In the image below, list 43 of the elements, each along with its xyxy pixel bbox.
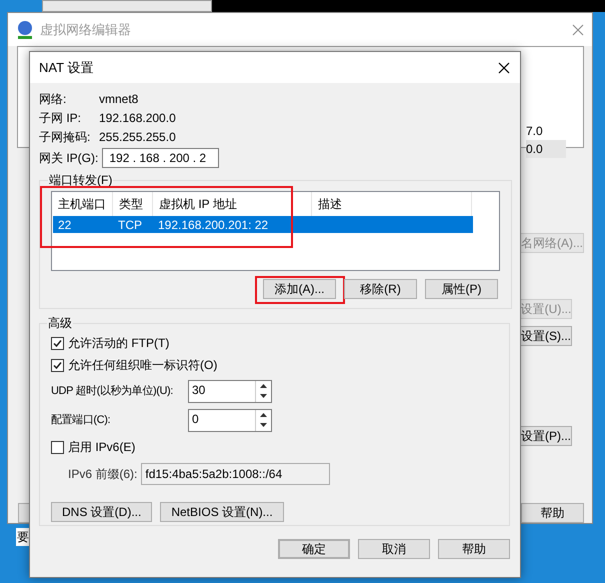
info-label: 子网 IP: <box>39 110 82 126</box>
table-cell-text: TCP <box>117 216 143 234</box>
number-spinner[interactable]: 30 <box>188 380 272 402</box>
prefix-label: IPv6 前缀(6): <box>68 466 138 483</box>
gateway-ip-field[interactable]: 192 . 168 . 200 . 2 <box>102 148 220 168</box>
checkbox[interactable] <box>51 358 64 372</box>
list-value: 0.0 <box>526 140 566 158</box>
settings-button[interactable]: DNS 设置(D)... <box>51 502 152 522</box>
table-cell-text: 192.168.200.201: 22 <box>157 216 270 234</box>
list-button[interactable]: 添加(A)... <box>263 279 336 299</box>
close-icon[interactable] <box>498 62 510 74</box>
info-value: 255.255.255.0 <box>99 128 176 146</box>
editor-button[interactable]: 设置(P)... <box>520 426 572 446</box>
checkbox-label: 启用 IPv6(E) <box>68 439 136 456</box>
spinner-label: UDP 超时(以秒为单位)(U): <box>51 384 174 399</box>
port-row[interactable]: 22 TCP 192.168.200.201: 22 <box>53 216 473 233</box>
editor-button[interactable]: 帮助 <box>521 503 584 523</box>
info-label: 网络: <box>39 90 68 108</box>
group-label: 高级 <box>47 315 73 332</box>
spinner-label: 配置端口(C): <box>51 412 112 428</box>
globe-icon <box>16 20 34 40</box>
checkbox[interactable] <box>51 440 64 454</box>
info-label: 子网掩码: <box>39 128 92 146</box>
window-title: 虚拟网络编辑器 <box>40 20 131 39</box>
checkbox-label: 允许任何组织唯一标识符(O) <box>68 357 218 374</box>
gateway-label: 网关 IP(G): <box>39 150 98 167</box>
info-value: vmnet8 <box>99 90 138 108</box>
editor-button[interactable]: 设置(S)... <box>520 326 572 346</box>
dialog-button[interactable]: 帮助 <box>438 539 510 559</box>
checkbox[interactable] <box>51 336 64 350</box>
list-value: 7.0 <box>526 123 544 140</box>
dialog-button[interactable]: 取消 <box>358 539 430 559</box>
info-value: 192.168.200.0 <box>99 110 176 126</box>
table-cell-text: 22 <box>57 216 72 234</box>
settings-button[interactable]: NetBIOS 设置(N)... <box>160 502 284 522</box>
dialog-button[interactable]: 确定 <box>278 539 350 559</box>
checkbox-label: 允许活动的 FTP(T) <box>68 335 170 352</box>
number-spinner[interactable]: 0 <box>188 408 272 432</box>
group-label: 端口转发(F) <box>48 172 114 189</box>
list-button[interactable]: 属性(P) <box>425 279 498 299</box>
status-text: 要 <box>16 528 30 546</box>
list-button[interactable]: 移除(R) <box>344 279 417 299</box>
dialog-title: NAT 设置 <box>39 58 94 77</box>
